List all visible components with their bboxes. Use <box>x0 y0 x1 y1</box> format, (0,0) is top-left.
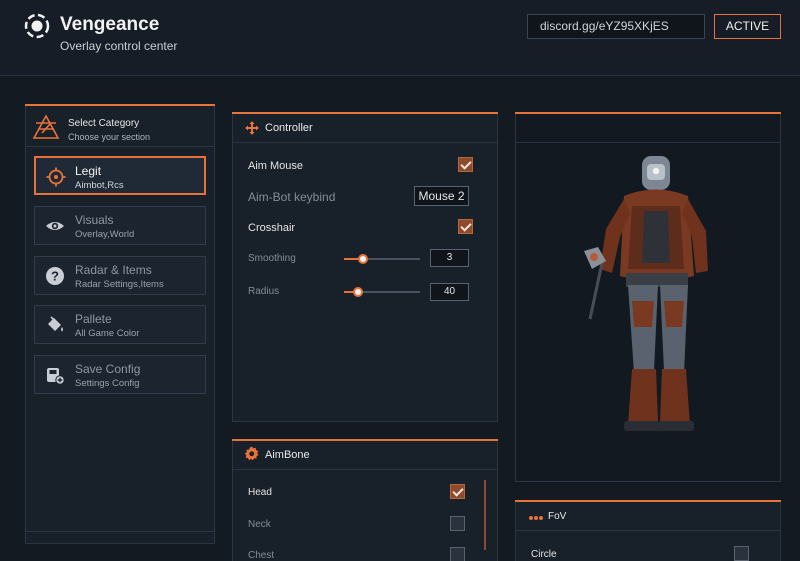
fov-title: FoV <box>548 511 567 522</box>
menu-item-save-config[interactable]: Save Config Settings Config <box>34 355 206 394</box>
character-preview-panel <box>515 112 781 482</box>
slider-thumb[interactable] <box>353 287 363 297</box>
menu-item-label: Visuals <box>75 213 114 227</box>
radius-slider[interactable] <box>344 287 420 297</box>
crosshair-checkbox[interactable] <box>458 219 473 234</box>
fov-circle-checkbox[interactable] <box>734 546 749 561</box>
gear-icon <box>244 446 259 461</box>
bone-head-checkbox[interactable] <box>450 484 465 499</box>
menu-item-legit[interactable]: Legit Aimbot,Rcs <box>34 156 206 195</box>
app-subtitle: Overlay control center <box>60 39 178 53</box>
panel-divider <box>233 142 497 143</box>
slider-thumb[interactable] <box>358 254 368 264</box>
menu-item-sub: Settings Config <box>75 378 140 389</box>
panel-divider <box>516 530 780 531</box>
question-icon: ? <box>46 267 64 285</box>
panel-divider <box>516 142 780 143</box>
category-logo-icon <box>32 114 60 139</box>
smoothing-slider[interactable] <box>344 254 420 264</box>
smoothing-value[interactable]: 3 <box>430 249 469 267</box>
menu-item-label: Radar & Items <box>75 263 152 277</box>
menu-item-visuals[interactable]: Visuals Overlay,World <box>34 206 206 245</box>
crosshair-label: Crosshair <box>248 222 296 234</box>
menu-item-sub: Radar Settings,Items <box>75 279 164 290</box>
move-arrows-icon <box>245 121 259 135</box>
menu-item-sub: Overlay,World <box>75 229 135 240</box>
keybind-button[interactable]: Mouse 2 <box>414 186 469 206</box>
controller-panel: Controller Aim Mouse Aim-Bot keybind Mou… <box>232 112 498 422</box>
aim-mouse-label: Aim Mouse <box>248 160 304 172</box>
paint-bucket-icon <box>48 316 63 332</box>
scrollbar[interactable] <box>484 480 486 550</box>
panel-divider <box>233 469 497 470</box>
keybind-label: Aim-Bot keybind <box>248 190 336 204</box>
aimbone-panel: AimBone Head Neck Chest <box>232 439 498 561</box>
category-sidebar: Select Category Choose your section Legi… <box>25 104 215 544</box>
aim-mouse-checkbox[interactable] <box>458 157 473 172</box>
panel-accent <box>232 439 498 441</box>
smoothing-label: Smoothing <box>248 253 296 264</box>
save-config-icon <box>47 368 65 385</box>
fov-circle-label: Circle <box>531 549 557 560</box>
character-model-image <box>584 156 708 431</box>
eye-icon <box>46 222 64 230</box>
discord-link-field[interactable]: discord.gg/eYZ95XKjES <box>527 14 705 39</box>
bone-neck-label: Neck <box>248 519 271 530</box>
radius-label: Radius <box>248 286 280 297</box>
sidebar-subtitle: Choose your section <box>68 132 151 142</box>
fov-panel: FoV Circle <box>515 500 781 561</box>
menu-item-label: Legit <box>75 164 102 178</box>
dots-icon <box>529 516 543 520</box>
app-title: Vengeance <box>60 14 160 35</box>
header: Vengeance Overlay control center discord… <box>0 0 800 76</box>
menu-item-sub: All Game Color <box>75 328 140 339</box>
svg-text:?: ? <box>51 269 59 284</box>
sidebar-header: Select Category Choose your section <box>26 105 214 147</box>
panel-accent <box>232 112 498 114</box>
bone-neck-checkbox[interactable] <box>450 516 465 531</box>
bone-head-label: Head <box>248 487 272 498</box>
crosshair-icon <box>46 167 66 187</box>
aimbone-title: AimBone <box>265 449 310 461</box>
controller-title: Controller <box>265 122 313 134</box>
sidebar-title: Select Category <box>68 118 140 129</box>
menu-item-radar-items[interactable]: ? Radar & Items Radar Settings,Items <box>34 256 206 295</box>
sidebar-divider <box>26 531 214 532</box>
bone-chest-checkbox[interactable] <box>450 547 465 561</box>
logo-icon <box>24 13 50 39</box>
menu-item-pallete[interactable]: Pallete All Game Color <box>34 305 206 344</box>
radius-value[interactable]: 40 <box>430 283 469 301</box>
panel-accent <box>515 500 781 502</box>
menu-item-label: Pallete <box>75 312 112 326</box>
panel-accent <box>515 112 781 114</box>
menu-item-label: Save Config <box>75 362 141 376</box>
bone-chest-label: Chest <box>248 550 275 561</box>
active-status-button[interactable]: ACTIVE <box>714 14 781 39</box>
menu-item-sub: Aimbot,Rcs <box>75 180 124 191</box>
